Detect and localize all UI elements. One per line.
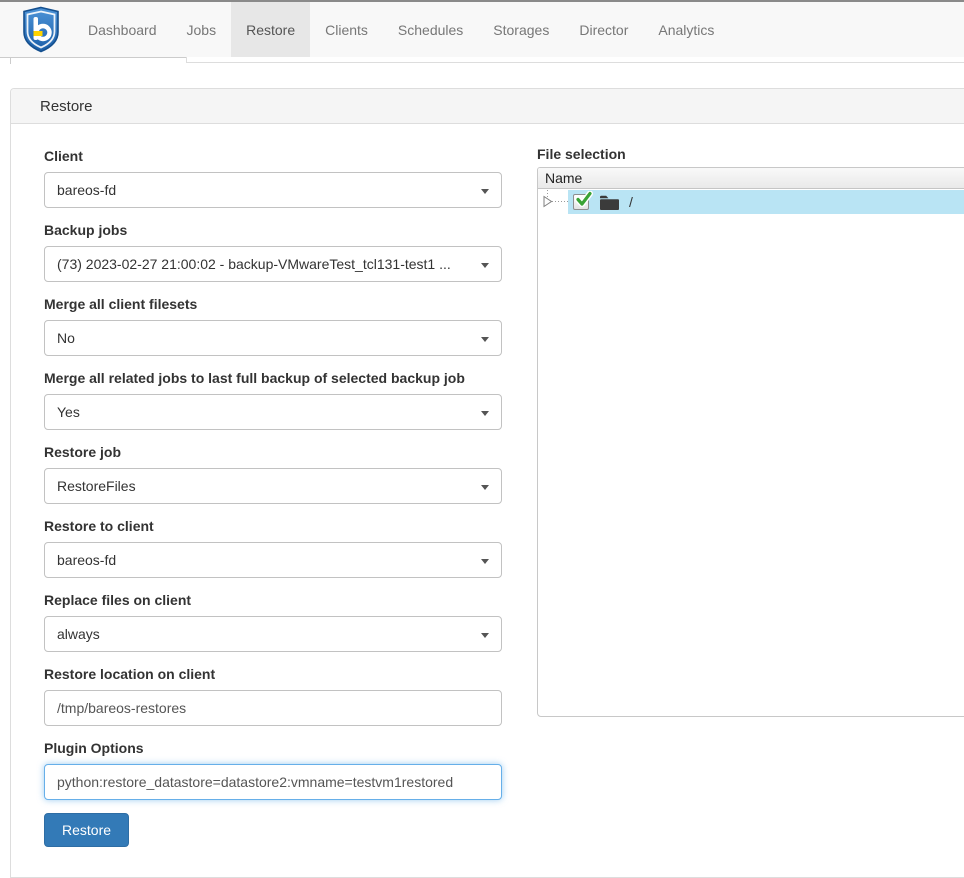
caret-down-icon xyxy=(481,411,489,416)
field-restore-job: Restore job RestoreFiles xyxy=(44,444,502,504)
expander-right-icon[interactable] xyxy=(538,190,568,214)
nav-item-restore[interactable]: Restore xyxy=(231,2,310,57)
caret-down-icon xyxy=(481,189,489,194)
restore-to-client-select[interactable]: bareos-fd xyxy=(44,542,502,578)
nav-item-jobs[interactable]: Jobs xyxy=(172,2,232,57)
field-backup-jobs: Backup jobs (73) 2023-02-27 21:00:02 - b… xyxy=(44,222,502,282)
plugin-options-label: Plugin Options xyxy=(44,740,502,756)
tree-row-root[interactable]: / xyxy=(538,190,964,214)
client-label: Client xyxy=(44,148,502,164)
field-replace-files: Replace files on client always xyxy=(44,592,502,652)
backup-jobs-select[interactable]: (73) 2023-02-27 21:00:02 - backup-VMware… xyxy=(44,246,502,282)
navbar-divider-right xyxy=(187,62,964,63)
client-select[interactable]: bareos-fd xyxy=(44,172,502,208)
replace-files-label: Replace files on client xyxy=(44,592,502,608)
restore-job-label: Restore job xyxy=(44,444,502,460)
navbar-divider-left xyxy=(0,57,187,58)
panel-title: Restore xyxy=(11,89,964,124)
caret-down-icon xyxy=(481,559,489,564)
selected-node-highlight[interactable]: / xyxy=(568,190,964,214)
field-plugin-options: Plugin Options xyxy=(44,740,502,800)
plugin-options-input[interactable] xyxy=(44,764,502,800)
nav-item-analytics[interactable]: Analytics xyxy=(643,2,729,57)
nav-menu: Dashboard Jobs Restore Clients Schedules… xyxy=(73,2,729,57)
restore-job-select[interactable]: RestoreFiles xyxy=(44,468,502,504)
field-merge-filesets: Merge all client filesets No xyxy=(44,296,502,356)
top-navbar: Dashboard Jobs Restore Clients Schedules… xyxy=(0,2,964,57)
caret-down-icon xyxy=(481,337,489,342)
caret-down-icon xyxy=(481,485,489,490)
file-selection-title: File selection xyxy=(537,146,964,162)
field-restore-to-client: Restore to client bareos-fd xyxy=(44,518,502,578)
field-client: Client bareos-fd xyxy=(44,148,502,208)
folder-icon xyxy=(599,194,620,211)
nav-item-storages[interactable]: Storages xyxy=(478,2,564,57)
file-tree-table: Name xyxy=(537,167,964,717)
merge-related-jobs-label: Merge all related jobs to last full back… xyxy=(44,370,502,386)
file-selection-panel: File selection Name xyxy=(537,146,964,717)
restore-to-client-label: Restore to client xyxy=(44,518,502,534)
caret-down-icon xyxy=(481,263,489,268)
nav-item-dashboard[interactable]: Dashboard xyxy=(73,2,172,57)
field-restore-location: Restore location on client xyxy=(44,666,502,726)
node-label: / xyxy=(629,194,633,210)
restore-location-label: Restore location on client xyxy=(44,666,502,682)
bareos-logo-icon[interactable] xyxy=(21,6,61,53)
backup-jobs-label: Backup jobs xyxy=(44,222,502,238)
restore-button[interactable]: Restore xyxy=(44,813,129,847)
checkbox-checked-icon[interactable] xyxy=(573,194,589,210)
nav-item-clients[interactable]: Clients xyxy=(310,2,383,57)
caret-down-icon xyxy=(481,633,489,638)
merge-related-jobs-select[interactable]: Yes xyxy=(44,394,502,430)
field-merge-related-jobs: Merge all related jobs to last full back… xyxy=(44,370,502,430)
divider-tick xyxy=(10,57,11,64)
replace-files-select[interactable]: always xyxy=(44,616,502,652)
merge-filesets-label: Merge all client filesets xyxy=(44,296,502,312)
nav-item-schedules[interactable]: Schedules xyxy=(383,2,478,57)
tree-column-header[interactable]: Name xyxy=(538,168,964,189)
restore-location-input[interactable] xyxy=(44,690,502,726)
nav-item-director[interactable]: Director xyxy=(564,2,643,57)
merge-filesets-select[interactable]: No xyxy=(44,320,502,356)
restore-form: Client bareos-fd Backup jobs (73) 2023-0… xyxy=(44,148,502,847)
